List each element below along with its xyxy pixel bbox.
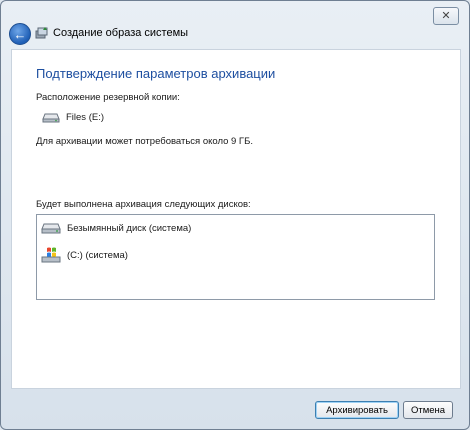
- cancel-button[interactable]: Отмена: [403, 401, 453, 419]
- disk-label: (C:) (система): [67, 249, 128, 261]
- backup-app-icon: [35, 27, 48, 39]
- disk-list[interactable]: Безымянный диск (система) (C:) (система): [36, 214, 435, 300]
- dialog-footer: Архивировать Отмена: [1, 391, 469, 429]
- hard-drive-icon: [41, 223, 61, 234]
- window-title: Создание образа системы: [53, 27, 189, 39]
- dialog-header: ← Создание образа системы: [1, 21, 469, 47]
- page-title: Подтверждение параметров архивации: [36, 66, 276, 81]
- windows-drive-icon: [41, 247, 61, 263]
- close-icon: ✕: [441, 9, 451, 22]
- dialog-window: ✕ ← Создание образа системы Подтверждени…: [0, 0, 470, 430]
- space-requirement-note: Для архивации может потребоваться около …: [36, 136, 253, 147]
- disk-label: Безымянный диск (система): [67, 223, 192, 234]
- hard-drive-icon: [42, 113, 60, 122]
- backup-location-label: Расположение резервной копии:: [36, 92, 180, 103]
- back-arrow-icon: ←: [13, 26, 27, 42]
- list-item: (C:) (система): [41, 247, 128, 263]
- back-button[interactable]: ←: [9, 23, 31, 45]
- disks-list-label: Будет выполнена архивация следующих диск…: [36, 199, 251, 210]
- content-panel: Подтверждение параметров архивации Распо…: [11, 49, 461, 389]
- backup-drive-row: Files (E:): [42, 112, 104, 123]
- backup-drive-name: Files (E:): [66, 112, 104, 123]
- list-item: Безымянный диск (система): [41, 223, 191, 234]
- start-backup-button[interactable]: Архивировать: [315, 401, 399, 419]
